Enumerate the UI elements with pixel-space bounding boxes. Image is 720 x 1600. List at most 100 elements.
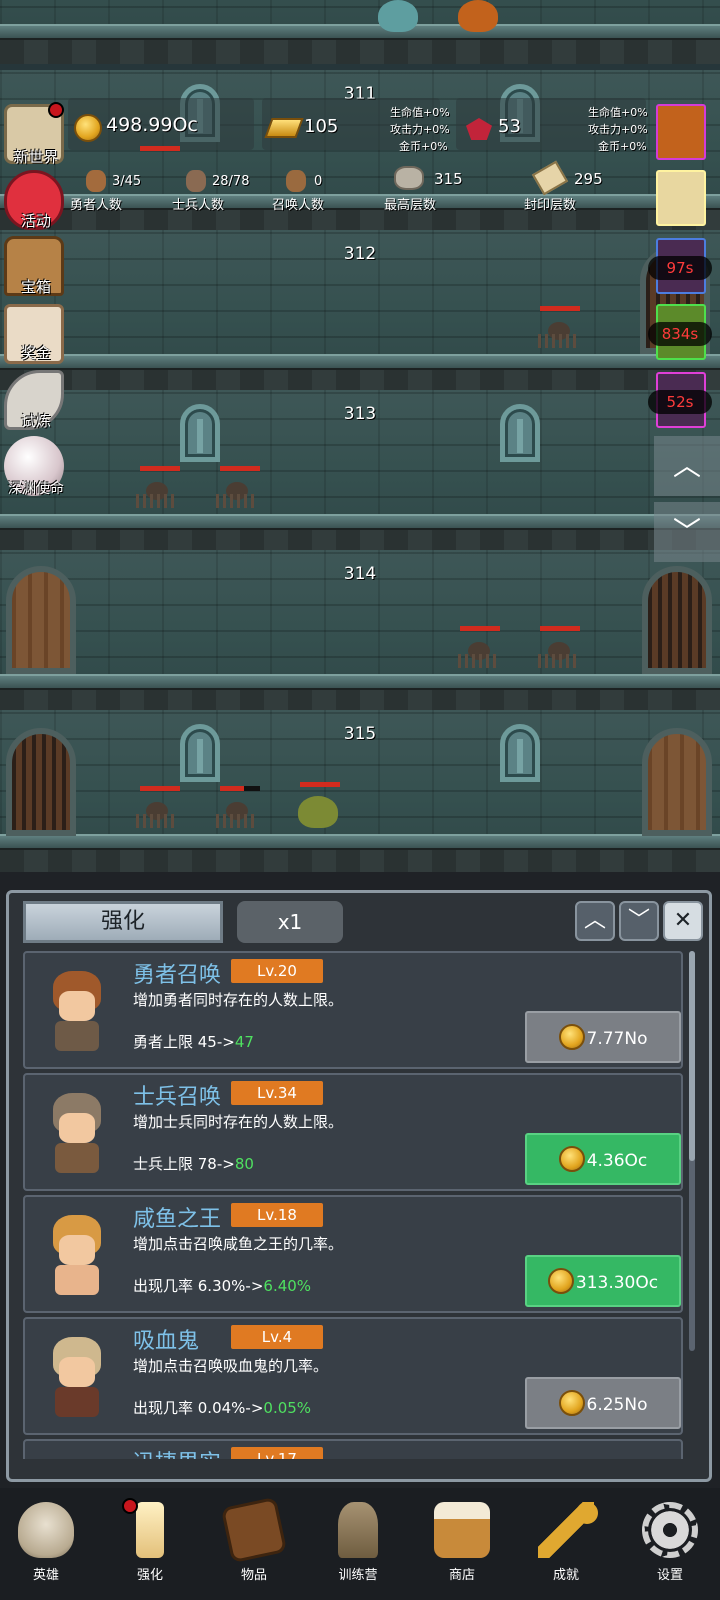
upgrade-name: 迅捷果实 <box>133 1445 221 1459</box>
gold-coin-icon <box>74 114 102 142</box>
panel-close-button[interactable]: ✕ <box>663 901 703 941</box>
spider-enemy[interactable] <box>538 640 580 670</box>
side-label: 活动 <box>20 212 51 230</box>
floor-window <box>500 724 540 782</box>
book-icon <box>220 1496 288 1564</box>
summon-count: 0 <box>314 174 323 189</box>
floor-base <box>0 848 720 872</box>
floor-number: 312 <box>343 244 377 264</box>
slime-blue <box>378 0 418 32</box>
gold-bar-amount: 105 <box>304 116 339 137</box>
floor-base <box>0 38 720 64</box>
spider-enemy[interactable] <box>136 480 178 510</box>
nav-settings[interactable]: 设置 <box>620 1496 720 1596</box>
upgrade-level: Lv.20 <box>231 959 323 983</box>
bonus-hp: 生命值+0% <box>390 106 450 119</box>
enemy-hp-bar <box>460 626 500 631</box>
floor-ledge <box>0 24 720 38</box>
buff-card-candle[interactable] <box>656 170 706 226</box>
nav-heroes[interactable]: 英雄 <box>0 1496 96 1596</box>
side-label: 宝箱 <box>20 278 51 296</box>
floor-ledge <box>0 354 720 368</box>
buff-card-pumpkin[interactable] <box>656 104 706 160</box>
upgrade-stat: 勇者上限 45->47 <box>133 1033 254 1051</box>
gold-amount: 498.99Oc <box>106 114 198 136</box>
floor-number: 313 <box>343 404 377 424</box>
upgrade-buy-button[interactable]: 7.77No <box>525 1011 681 1063</box>
enemy-hp-bar <box>140 786 180 791</box>
candle-icon <box>136 1502 164 1558</box>
chevron-up-icon: ︿ <box>672 449 701 482</box>
side-label: 深渊使命 <box>8 481 64 497</box>
multiplier-button[interactable]: x1 <box>237 901 343 943</box>
gold-coin-icon <box>558 1146 585 1172</box>
beer-mug-icon <box>434 1502 490 1558</box>
tab-upgrade[interactable]: 强化 <box>23 901 223 943</box>
spider-enemy[interactable] <box>538 320 580 350</box>
hero-count: 3/45 <box>112 174 142 189</box>
scrollbar-thumb[interactable] <box>689 951 695 1161</box>
upgrade-buy-button[interactable]: 313.30Oc <box>525 1255 681 1307</box>
upgrade-description: 增加点击召唤咸鱼之王的几率。 <box>133 1235 344 1253</box>
upgrade-level: Lv.18 <box>231 1203 323 1227</box>
panel-down-button[interactable]: ﹀ <box>619 901 659 941</box>
upgrade-card-swift-fruit: 迅捷果实 Lv.17 <box>23 1439 683 1459</box>
hero-portrait <box>43 971 111 1051</box>
max-floor-value: 315 <box>434 170 463 188</box>
floor-ledge <box>0 514 720 528</box>
upgrade-buy-button[interactable]: 6.25No <box>525 1377 681 1429</box>
dungeon-view[interactable]: 311 312 313 314 315 498.99Oc 105 生命值+0% … <box>0 0 720 872</box>
soldier-count-icon <box>186 170 206 192</box>
enemy-hp-bar <box>300 782 340 787</box>
spider-enemy[interactable] <box>136 800 178 830</box>
nav-items[interactable]: 物品 <box>204 1496 304 1596</box>
upgrade-card-vampire: 吸血鬼 Lv.4 增加点击召唤吸血鬼的几率。 出现几率 0.04%->0.05%… <box>23 1317 683 1435</box>
upgrade-card-soldier-summon: 士兵召唤 Lv.34 增加士兵同时存在的人数上限。 士兵上限 78->80 4.… <box>23 1073 683 1191</box>
nav-training[interactable]: 训练营 <box>308 1496 408 1596</box>
enemy-hp-bar <box>220 466 260 471</box>
floor-scroll-up-button[interactable]: ︿ <box>654 436 720 496</box>
chevron-down-icon: ﹀ <box>627 908 650 933</box>
spider-enemy[interactable] <box>216 800 258 830</box>
upgrade-stat: 士兵上限 78->80 <box>133 1155 254 1173</box>
nav-shop[interactable]: 商店 <box>412 1496 512 1596</box>
gold-coin-icon <box>558 1390 585 1416</box>
upgrade-description: 增加点击召唤吸血鬼的几率。 <box>133 1357 329 1375</box>
close-icon: ✕ <box>673 908 693 933</box>
spider-enemy[interactable] <box>216 480 258 510</box>
enemy-hp-bar <box>140 466 180 471</box>
floor-310 <box>0 0 720 64</box>
salted-fish-king-portrait <box>43 1215 111 1295</box>
floor-door <box>6 566 76 674</box>
nav-label: 物品 <box>240 1568 267 1583</box>
bonus-atk-2: 攻击力+0% <box>588 123 648 136</box>
nav-upgrade[interactable]: 强化 <box>100 1496 200 1596</box>
enemy-hp-bar-empty <box>244 786 260 791</box>
floor-door <box>642 728 712 836</box>
spider-enemy[interactable] <box>458 640 500 670</box>
buff-timer: 52s <box>648 390 712 414</box>
panel-up-button[interactable]: ︿ <box>575 901 615 941</box>
hero-count-icon <box>86 170 106 192</box>
upgrade-list[interactable]: 勇者召唤 Lv.20 增加勇者同时存在的人数上限。 勇者上限 45->47 7.… <box>23 951 699 1459</box>
bonus-gold-2: 金币+0% <box>598 140 647 153</box>
sealed-floor-value: 295 <box>574 170 603 188</box>
lantern-icon <box>338 1502 378 1558</box>
floor-ledge <box>0 674 720 688</box>
upgrade-stat: 出现几率 0.04%->0.05% <box>133 1399 312 1417</box>
summon-count-icon <box>286 170 306 192</box>
chevron-up-icon: ︿ <box>583 908 606 933</box>
gem-amount: 53 <box>498 116 521 137</box>
upgrade-buy-button[interactable]: 4.36Oc <box>525 1133 681 1185</box>
nav-achievements[interactable]: 成就 <box>516 1496 616 1596</box>
floor-gate <box>642 566 712 674</box>
upgrade-level: Lv.4 <box>231 1325 323 1349</box>
upgrade-description: 增加士兵同时存在的人数上限。 <box>133 1113 344 1131</box>
floor-scroll-down-button[interactable]: ﹀ <box>654 502 720 562</box>
gold-coin-icon <box>547 1268 574 1294</box>
buff-timer: 834s <box>648 322 712 346</box>
floor-ledge <box>0 834 720 848</box>
key-ring-icon <box>576 1502 598 1524</box>
buff-timer: 97s <box>648 256 712 280</box>
slime-enemy[interactable] <box>298 796 338 828</box>
